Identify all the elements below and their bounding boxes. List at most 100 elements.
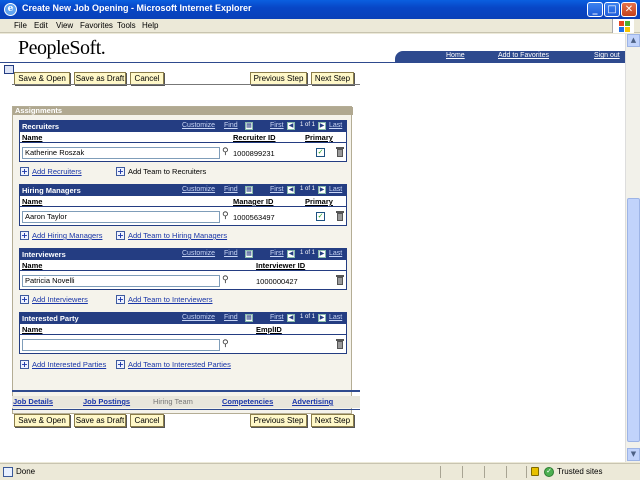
menu-view[interactable]: View [56, 21, 73, 30]
next-arrow-icon[interactable]: ▶ [318, 314, 326, 322]
find-link[interactable]: Find [224, 314, 238, 321]
status-text: Done [16, 467, 36, 476]
add-team-recruiters-icon[interactable]: + [116, 167, 125, 176]
tab-advertising[interactable]: Advertising [292, 397, 333, 406]
delete-row-icon[interactable] [336, 275, 344, 285]
next-arrow-icon[interactable]: ▶ [318, 122, 326, 130]
header-divider [0, 62, 625, 63]
manager-name-input[interactable]: Aaron Taylor [22, 211, 220, 223]
page-icon [3, 467, 13, 477]
first-link[interactable]: First [270, 250, 284, 257]
view-all-icon[interactable]: ▦ [245, 250, 253, 258]
add-team-recruiters-link[interactable]: Add Team to Recruiters [128, 167, 206, 176]
add-team-managers-icon[interactable]: + [116, 231, 125, 240]
first-link[interactable]: First [270, 186, 284, 193]
add-hiring-managers-link[interactable]: Add Hiring Managers [32, 231, 102, 240]
find-link[interactable]: Find [224, 186, 238, 193]
next-arrow-icon[interactable]: ▶ [318, 250, 326, 258]
customize-link[interactable]: Customize [182, 186, 215, 193]
recruiter-name-input[interactable]: Katherine Roszak [22, 147, 220, 159]
scroll-up-icon[interactable]: ▲ [627, 34, 640, 47]
last-link[interactable]: Last [329, 250, 342, 257]
prev-arrow-icon[interactable]: ◀ [287, 314, 295, 322]
save-draft-button-bottom[interactable]: Save as Draft [74, 414, 126, 427]
first-link[interactable]: First [270, 122, 284, 129]
find-link[interactable]: Find [224, 250, 238, 257]
next-arrow-icon[interactable]: ▶ [318, 186, 326, 194]
windows-logo-icon [612, 19, 634, 33]
add-team-interviewers-icon[interactable]: + [116, 295, 125, 304]
tab-job-postings[interactable]: Job Postings [83, 397, 130, 406]
add-managers-icon[interactable]: + [20, 231, 29, 240]
delete-row-icon[interactable] [336, 211, 344, 221]
lookup-icon[interactable]: ⚲ [222, 147, 232, 158]
lookup-icon[interactable]: ⚲ [222, 339, 232, 350]
menu-edit[interactable]: Edit [34, 21, 48, 30]
view-all-icon[interactable]: ▦ [245, 314, 253, 322]
scroll-thumb[interactable] [627, 198, 640, 442]
interested-party-name-input[interactable] [22, 339, 220, 351]
add-interviewers-link[interactable]: Add Interviewers [32, 295, 88, 304]
recruiter-id: 1000899231 [233, 149, 275, 158]
customize-link[interactable]: Customize [182, 250, 215, 257]
delete-row-icon[interactable] [336, 147, 344, 157]
menu-help[interactable]: Help [142, 21, 158, 30]
view-all-icon[interactable]: ▦ [245, 122, 253, 130]
last-link[interactable]: Last [329, 186, 342, 193]
tab-hiring-team: Hiring Team [153, 397, 193, 406]
prev-arrow-icon[interactable]: ◀ [287, 250, 295, 258]
title-bar: e Create New Job Opening - Microsoft Int… [0, 0, 640, 19]
delete-row-icon[interactable] [336, 339, 344, 349]
tab-competencies[interactable]: Competencies [222, 397, 273, 406]
scroll-down-icon[interactable]: ▼ [627, 448, 640, 461]
add-team-hiring-managers-link[interactable]: Add Team to Hiring Managers [128, 231, 227, 240]
add-interested-parties-link[interactable]: Add Interested Parties [32, 360, 106, 369]
cancel-button-bottom[interactable]: Cancel [130, 414, 164, 427]
view-all-icon[interactable]: ▦ [245, 186, 253, 194]
interviewer-name-input[interactable]: Patricia Novelli [22, 275, 220, 287]
col-primary: Primary [305, 197, 333, 206]
prev-arrow-icon[interactable]: ◀ [287, 122, 295, 130]
lookup-icon[interactable]: ⚲ [222, 275, 232, 286]
last-link[interactable]: Last [329, 314, 342, 321]
add-to-favorites-link[interactable]: Add to Favorites [498, 52, 549, 59]
assignments-panel: Assignments Recruiters Customize Find ▦ … [12, 106, 353, 414]
next-step-button-bottom[interactable]: Next Step [311, 414, 354, 427]
add-interviewers-icon[interactable]: + [20, 295, 29, 304]
menu-toggle-icon[interactable] [4, 65, 14, 74]
maximize-button[interactable]: □ [604, 2, 620, 17]
primary-checkbox[interactable]: ✓ [316, 148, 325, 157]
customize-link[interactable]: Customize [182, 314, 215, 321]
trusted-sites-icon: ✓ [544, 467, 554, 477]
home-link[interactable]: Home [446, 52, 465, 59]
primary-checkbox[interactable]: ✓ [316, 212, 325, 221]
add-interested-icon[interactable]: + [20, 360, 29, 369]
add-team-interested-parties-link[interactable]: Add Team to Interested Parties [128, 360, 231, 369]
manager-id: 1000563497 [233, 213, 275, 222]
prev-arrow-icon[interactable]: ◀ [287, 186, 295, 194]
tab-job-details[interactable]: Job Details [13, 397, 53, 406]
add-team-interested-icon[interactable]: + [116, 360, 125, 369]
col-name: Name [22, 197, 43, 206]
add-team-interviewers-link[interactable]: Add Team to Interviewers [128, 295, 213, 304]
menu-file[interactable]: File [14, 21, 27, 30]
previous-step-button-bottom[interactable]: Previous Step [250, 414, 307, 427]
hiring-managers-grid: Hiring Managers Customize Find ▦ First ◀… [19, 184, 347, 226]
last-link[interactable]: Last [329, 122, 342, 129]
interested-party-title: Interested Party [22, 314, 79, 323]
first-link[interactable]: First [270, 314, 284, 321]
menu-tools[interactable]: Tools [117, 21, 136, 30]
menu-favorites[interactable]: Favorites [80, 21, 113, 30]
save-open-button-bottom[interactable]: Save & Open [14, 414, 70, 427]
minimize-button[interactable]: _ [587, 2, 603, 17]
lookup-icon[interactable]: ⚲ [222, 211, 232, 222]
sign-out-link[interactable]: Sign out [594, 52, 620, 59]
add-recruiters-link[interactable]: Add Recruiters [32, 167, 82, 176]
add-recruiters-icon[interactable]: + [20, 167, 29, 176]
recruiters-title: Recruiters [22, 122, 60, 131]
customize-link[interactable]: Customize [182, 122, 215, 129]
vertical-scrollbar[interactable]: ▲ ▼ [625, 34, 640, 462]
find-link[interactable]: Find [224, 122, 238, 129]
window-title: Create New Job Opening - Microsoft Inter… [22, 3, 252, 13]
close-button[interactable]: ✕ [621, 2, 637, 17]
